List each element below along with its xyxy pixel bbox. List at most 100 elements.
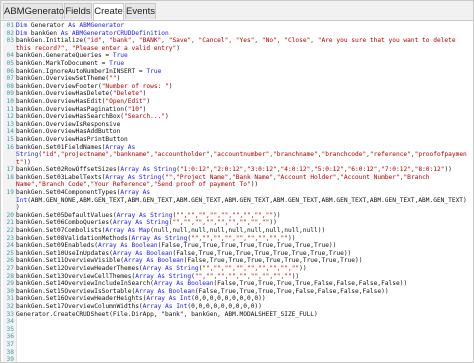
code-token: bankGen.OverviewHasPagination( (16, 105, 128, 113)
code-token: ) (165, 113, 169, 121)
code-line[interactable]: 29 bankGen.Set14OverviewIncludeInSearch(A… (3, 280, 472, 288)
tab-events[interactable]: Events (125, 3, 156, 19)
code-line[interactable]: 09 bankGen.OverviewHasDelete("Delete") (3, 90, 472, 98)
string-token: "10" (127, 105, 143, 113)
code-line[interactable]: 24 bankGen.Set09Enableds(Array As Boolean… (3, 242, 472, 250)
code-line[interactable]: this record?", "Please enter a valid ent… (3, 45, 472, 53)
code-token: bankGen.Initialize( (16, 37, 87, 45)
code-text: bankGen.OverviewHasPagination("10") (16, 106, 146, 113)
code-token: bankGen.OverviewSetTheme( (16, 75, 110, 83)
line-number: 38 (3, 348, 16, 357)
code-line[interactable]: 39 (3, 356, 472, 362)
code-line[interactable]: 12 bankGen.OverviewHasSearchBox("Search..… (3, 113, 472, 121)
code-line[interactable]: 23 bankGen.Set08ValidationMethods(Array A… (3, 234, 472, 243)
code-line[interactable]: 26 bankGen.Set11OverviewVisible(Array As … (3, 257, 472, 265)
code-line[interactable]: 16 bankGen.Set01FieldNames(Array As (3, 143, 472, 152)
line-number: 27 (3, 265, 16, 273)
code-token: bankGen (27, 29, 61, 37)
code-line[interactable]: 03 bankGen.Initialize("id", "bank", "BANK… (3, 37, 472, 45)
code-line[interactable]: 34 (3, 318, 472, 326)
keyword-token: Array As Map (105, 227, 151, 235)
code-line[interactable]: 15 bankGen.OverviewHasPrintButton (3, 135, 472, 144)
code-line[interactable]: 05 bankGen.MarkToDocument = True (3, 59, 472, 68)
line-number: 33 (3, 310, 16, 319)
code-text: bankGen.Set01FieldNames(Array As (16, 144, 135, 151)
code-line[interactable]: 22 bankGen.Set07Combolists(Array As Map(n… (3, 227, 472, 235)
code-line[interactable]: 35 (3, 325, 472, 334)
code-line[interactable]: 01 Dim Generator As ABMGenerator (3, 22, 472, 30)
keyword-token: True (109, 59, 125, 67)
keyword-token: As (68, 22, 76, 29)
code-token: (0,0,0,0,0,0,0,0,0)) (191, 295, 266, 303)
code-token: )) (250, 181, 259, 189)
code-line[interactable]: 36 (3, 333, 472, 341)
code-line[interactable]: Name","Branch Code","Your Reference","Se… (3, 181, 472, 189)
code-token: )) (269, 219, 277, 227)
code-line[interactable]: 32 bankGen.Set17OverviewColumnWidths(Arra… (3, 302, 472, 311)
string-token: "Delete" (112, 90, 143, 98)
code-token: bankGen.Set01FieldNames( (16, 143, 106, 151)
code-text: bankGen.OverviewHasDelete("Delete") (16, 90, 146, 97)
code-text: bankGen.Set15OverviewIsSortable(Array As… (16, 288, 389, 295)
tab-abmgenerator[interactable]: ABMGenerator (3, 3, 67, 19)
code-editor[interactable]: 01 Dim Generator As ABMGenerator 02 Dim ban… (3, 22, 472, 362)
code-token: (null,null,null,null,null,null,null,null… (150, 227, 326, 235)
code-token: (False,True,True,True,True,True,True,Tru… (183, 257, 363, 265)
code-line[interactable]: 14 bankGen.OverviewHasAddButton (3, 128, 472, 136)
code-token: bankGen.Set05DefaultValues( (16, 211, 117, 219)
code-token: )) (23, 158, 31, 166)
code-line[interactable]: 20 bankGen.Set05DefaultValues(Array As St… (3, 211, 472, 220)
code-line[interactable]: 13 bankGen.OverviewIsResponsive (3, 120, 472, 129)
line-number: 29 (3, 280, 16, 288)
code-line[interactable]: 33 Generator.CreateCRUDSheet(File.DirApp,… (3, 310, 472, 319)
line-number: 05 (3, 59, 16, 68)
code-token: bankGen.OverviewFooter( (16, 82, 102, 90)
string-token: Name","Branch Code","Your Reference","Se… (16, 181, 251, 189)
code-line[interactable]: 30 bankGen.Set15OverviewIsSortable(Array … (3, 287, 472, 296)
code-token: )) (287, 234, 296, 242)
keyword-token: Array As (120, 189, 151, 197)
code-line[interactable]: 11 bankGen.OverviewHasPagination("10") (3, 105, 472, 114)
code-line[interactable]: 37 (3, 340, 472, 349)
keyword-token: Array As String (131, 234, 188, 242)
code-line[interactable]: 02 Dim bankGen As ABMGeneratorCRUDDefinit… (3, 29, 472, 38)
code-line[interactable]: 21 bankGen.Set06ComboQueries(Array As Str… (3, 219, 472, 228)
code-token: )) (299, 265, 307, 272)
code-text: bankGen.OverviewSetTheme("") (16, 75, 120, 82)
code-line[interactable]: String("id","projectname","bankname","ac… (3, 151, 472, 159)
keyword-token: Dim (16, 22, 28, 29)
code-line[interactable]: Int(ABM.GEN_NONE,ABM.GEN_TEXT,ABM.GEN_TE… (3, 197, 472, 205)
tab-fields[interactable]: Fields (64, 3, 92, 19)
keyword-token: Array As Boolean (153, 280, 214, 288)
code-token: ) (176, 44, 180, 52)
code-line[interactable]: 06 bankGen.IgnoreAutoNumberInINSERT = Tru… (3, 67, 472, 76)
code-line[interactable]: 04 bankGen.GenerateQueries = True (3, 52, 472, 60)
code-text: Generator.CreateCRUDSheet(File.DirApp, "… (16, 311, 318, 318)
code-line[interactable]: 31 bankGen.Set16OverviewHeaderHeights(Arr… (3, 295, 472, 303)
code-line[interactable]: 25 bankGen.Set10UseInUpdates(Array As Boo… (3, 249, 472, 258)
keyword-token: True (146, 67, 162, 75)
code-text: ) (16, 204, 20, 211)
line-number: 06 (3, 67, 16, 76)
code-line[interactable]: 38 (3, 348, 472, 357)
line-number: 19 (3, 189, 16, 197)
code-line[interactable]: 07 bankGen.OverviewSetTheme("") (3, 75, 472, 83)
code-line[interactable]: t")) (3, 159, 472, 167)
code-text: bankGen.MarkToDocument = True (16, 60, 124, 67)
code-line[interactable]: 10 bankGen.OverviewHasEdit("Open/Edit") (3, 97, 472, 106)
code-token: bankGen.GenerateQueries = (16, 52, 113, 60)
code-line[interactable]: 28 bankGen.Set13OverviewCellThemes(Array … (3, 272, 472, 281)
line-number: 13 (3, 120, 16, 129)
code-line[interactable]: 18 bankGen.Set03LabelTexts(Array As Strin… (3, 173, 472, 182)
string-token: "id", "bank", "BANK", "Save", "Cancel", … (86, 37, 456, 45)
code-text: bankGen.Set13OverviewCellThemes(Array As… (16, 273, 299, 280)
code-line[interactable]: 08 bankGen.OverviewFooter("Number of rows… (3, 82, 472, 91)
code-line[interactable]: ) (3, 204, 472, 212)
code-line[interactable]: 19 bankGen.Set04ComponentTypes(Array As (3, 189, 472, 197)
line-number: 28 (3, 272, 16, 281)
code-text: bankGen.Set11OverviewVisible(Array As Bo… (16, 257, 362, 264)
code-text: Dim bankGen As ABMGeneratorCRUDDefinitio… (16, 30, 169, 37)
tab-create[interactable]: Create (93, 3, 124, 20)
code-line[interactable]: 27 bankGen.Set12OverviewHeaderThemes(Arra… (3, 265, 472, 273)
code-line[interactable]: 17 bankGen.Set02RowOffsetSizes(Array As S… (3, 166, 472, 174)
